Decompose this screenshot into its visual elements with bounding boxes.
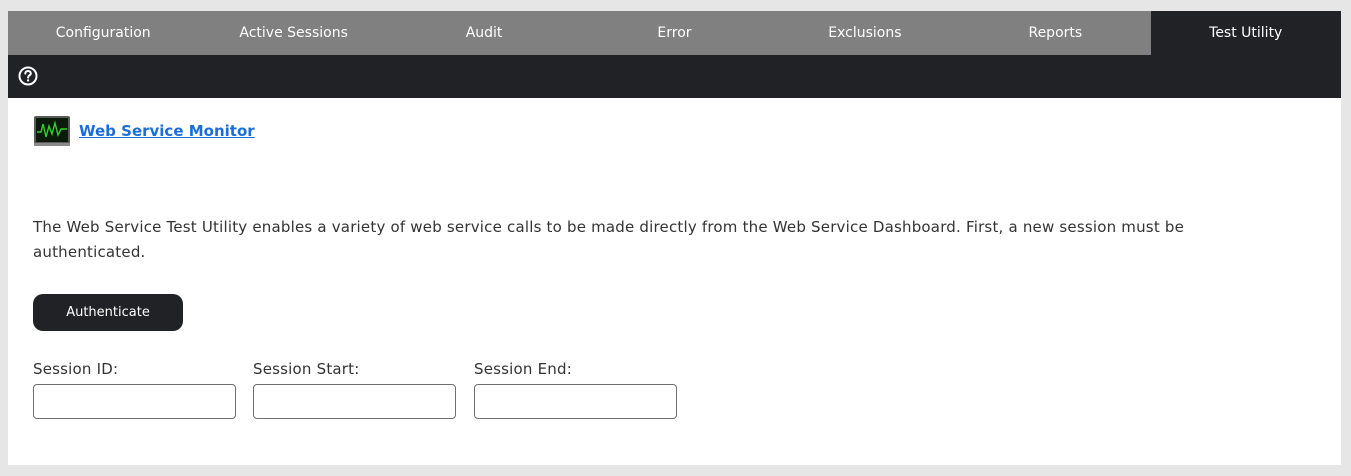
tab-error[interactable]: Error [579,11,769,55]
tab-exclusions[interactable]: Exclusions [770,11,960,55]
session-end-label: Session End: [474,360,572,378]
session-end-field-group: Session End: [474,360,677,419]
tab-test-utility[interactable]: Test Utility [1150,11,1341,55]
authenticate-button[interactable]: Authenticate [33,294,183,331]
session-start-label: Session Start: [253,360,360,378]
description-text: The Web Service Test Utility enables a v… [33,218,1185,261]
monitor-icon[interactable] [33,115,71,147]
tab-reports[interactable]: Reports [960,11,1150,55]
web-service-monitor-link[interactable]: Web Service Monitor [79,122,255,140]
session-start-input[interactable] [253,384,456,419]
session-id-field-group: Session ID: [33,360,236,419]
tab-configuration[interactable]: Configuration [8,11,198,55]
tab-bar: Configuration Active Sessions Audit Erro… [8,11,1341,55]
session-id-label: Session ID: [33,360,119,378]
web-service-monitor-row: Web Service Monitor [33,115,255,147]
tab-active-sessions[interactable]: Active Sessions [198,11,388,55]
toolbar [8,55,1341,98]
session-end-input[interactable] [474,384,677,419]
tab-audit[interactable]: Audit [389,11,579,55]
app-frame: Configuration Active Sessions Audit Erro… [8,11,1341,465]
session-id-input[interactable] [33,384,236,419]
help-icon[interactable] [18,66,38,86]
session-start-field-group: Session Start: [253,360,456,419]
